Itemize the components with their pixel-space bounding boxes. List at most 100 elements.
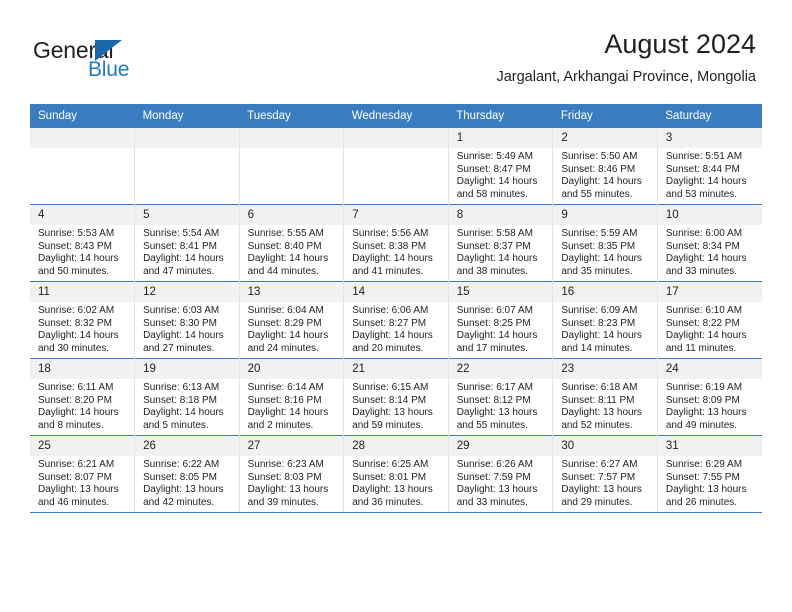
- calendar-week-row: 1 Sunrise: 5:49 AM Sunset: 8:47 PM Daylight…: [30, 128, 762, 205]
- calendar-day-cell[interactable]: 17 Sunrise: 6:10 AM Sunset: 8:22 PM Dayligh…: [657, 281, 762, 359]
- daylight-text-line1: Daylight: 13 hours: [352, 484, 433, 496]
- calendar-day-cell[interactable]: 26 Sunrise: 6:22 AM Sunset: 8:05 PM Dayligh…: [134, 435, 240, 513]
- sunset-text: Sunset: 8:23 PM: [561, 317, 636, 329]
- daylight-text-line2: and 35 minutes.: [561, 265, 633, 277]
- daylight-text-line2: and 52 minutes.: [561, 419, 633, 431]
- daylight-text-line2: and 11 minutes.: [665, 342, 737, 354]
- sunset-text: Sunset: 8:41 PM: [143, 240, 217, 252]
- sunset-text: Sunset: 8:05 PM: [143, 471, 217, 483]
- sunset-text: Sunset: 8:11 PM: [561, 394, 635, 406]
- calendar-day-cell[interactable]: 18 Sunrise: 6:11 AM Sunset: 8:20 PM Dayligh…: [30, 358, 136, 436]
- sunrise-text: Sunrise: 6:25 AM: [352, 459, 429, 470]
- day-number: 20: [239, 359, 344, 379]
- sunset-text: Sunset: 8:43 PM: [38, 240, 112, 252]
- daylight-text-line2: and 17 minutes.: [456, 342, 528, 354]
- calendar-week-row: 18 Sunrise: 6:11 AM Sunset: 8:20 PM Dayligh…: [30, 358, 762, 436]
- calendar-day-cell[interactable]: 2 Sunrise: 5:50 AM Sunset: 8:46 PM Daylight…: [552, 128, 658, 205]
- calendar-day-cell[interactable]: 3 Sunrise: 5:51 AM Sunset: 8:44 PM Daylight…: [657, 128, 762, 205]
- sunset-text: Sunset: 8:47 PM: [456, 163, 531, 175]
- daylight-text-line1: Daylight: 14 hours: [247, 253, 329, 265]
- calendar-day-cell[interactable]: 20 Sunrise: 6:14 AM Sunset: 8:16 PM Dayligh…: [239, 358, 345, 436]
- calendar-day-cell[interactable]: 16 Sunrise: 6:09 AM Sunset: 8:23 PM Dayligh…: [552, 281, 658, 359]
- calendar-day-cell[interactable]: 21 Sunrise: 6:15 AM Sunset: 8:14 PM Dayligh…: [343, 358, 449, 436]
- day-details: Sunrise: 6:29 AM Sunset: 7:55 PM Daylight:…: [658, 456, 762, 509]
- calendar-day-cell[interactable]: 13 Sunrise: 6:04 AM Sunset: 8:29 PM Dayligh…: [239, 281, 345, 359]
- day-details: Sunrise: 6:25 AM Sunset: 8:01 PM Daylight:…: [344, 456, 448, 509]
- calendar-page: General Blue August 2024 Jargalant, Arkh…: [0, 0, 792, 612]
- calendar-day-cell[interactable]: 15 Sunrise: 6:07 AM Sunset: 8:25 PM Dayligh…: [448, 281, 554, 359]
- day-number: 15: [448, 282, 553, 302]
- day-cell-inner: 30 Sunrise: 6:27 AM Sunset: 7:57 PM Dayligh…: [553, 436, 657, 512]
- daylight-text-line1: Daylight: 14 hours: [352, 253, 433, 265]
- calendar-day-cell[interactable]: 7 Sunrise: 5:56 AM Sunset: 8:38 PM Daylight…: [343, 204, 449, 282]
- calendar-day-cell[interactable]: 22 Sunrise: 6:17 AM Sunset: 8:12 PM Dayligh…: [448, 358, 554, 436]
- calendar-day-cell[interactable]: 23 Sunrise: 6:18 AM Sunset: 8:11 PM Dayligh…: [552, 358, 658, 436]
- calendar-day-cell[interactable]: 4 Sunrise: 5:53 AM Sunset: 8:43 PM Daylight…: [30, 204, 136, 282]
- sunset-text: Sunset: 8:46 PM: [561, 163, 636, 175]
- daylight-text-line1: Daylight: 13 hours: [665, 484, 747, 496]
- sunrise-text: Sunrise: 6:27 AM: [561, 459, 638, 470]
- weekday-header-thursday: Thursday: [448, 104, 553, 128]
- calendar-day-cell[interactable]: 6 Sunrise: 5:55 AM Sunset: 8:40 PM Daylight…: [239, 204, 345, 282]
- daylight-text-line2: and 59 minutes.: [352, 419, 424, 431]
- day-number: 28: [344, 436, 448, 456]
- calendar-day-cell[interactable]: 25 Sunrise: 6:21 AM Sunset: 8:07 PM Dayligh…: [30, 435, 136, 513]
- daylight-text-line2: and 27 minutes.: [143, 342, 215, 354]
- daylight-text-line1: Daylight: 14 hours: [665, 253, 747, 265]
- day-cell-inner: 1 Sunrise: 5:49 AM Sunset: 8:47 PM Daylight…: [448, 128, 553, 204]
- daylight-text-line2: and 33 minutes.: [665, 265, 738, 277]
- calendar-day-cell[interactable]: 12 Sunrise: 6:03 AM Sunset: 8:30 PM Dayligh…: [134, 281, 240, 359]
- sunrise-text: Sunrise: 5:56 AM: [352, 228, 429, 239]
- daylight-text-line1: Daylight: 13 hours: [456, 407, 538, 419]
- daylight-text-line2: and 53 minutes.: [665, 188, 738, 200]
- calendar-day-cell[interactable]: 27 Sunrise: 6:23 AM Sunset: 8:03 PM Dayligh…: [239, 435, 345, 513]
- daylight-text-line2: and 58 minutes.: [456, 188, 528, 200]
- daylight-text-line2: and 49 minutes.: [665, 419, 738, 431]
- calendar-day-cell[interactable]: 30 Sunrise: 6:27 AM Sunset: 7:57 PM Dayligh…: [552, 435, 658, 513]
- calendar-week-row: 25 Sunrise: 6:21 AM Sunset: 8:07 PM Dayligh…: [30, 435, 762, 513]
- day-cell-inner: 16 Sunrise: 6:09 AM Sunset: 8:23 PM Dayligh…: [553, 282, 657, 358]
- day-number: 2: [553, 128, 657, 148]
- daylight-text-line2: and 14 minutes.: [561, 342, 633, 354]
- sunrise-text: Sunrise: 5:59 AM: [561, 228, 638, 239]
- calendar-day-cell[interactable]: 19 Sunrise: 6:13 AM Sunset: 8:18 PM Dayligh…: [134, 358, 240, 436]
- day-number: 14: [344, 282, 448, 302]
- sunset-text: Sunset: 8:16 PM: [247, 394, 322, 406]
- sunset-text: Sunset: 8:12 PM: [456, 394, 531, 406]
- daylight-text-line1: Daylight: 14 hours: [143, 407, 224, 419]
- sunrise-text: Sunrise: 6:21 AM: [38, 459, 115, 470]
- calendar-day-cell[interactable]: 8 Sunrise: 5:58 AM Sunset: 8:37 PM Daylight…: [448, 204, 554, 282]
- sunrise-text: Sunrise: 6:19 AM: [665, 382, 743, 393]
- calendar-day-cell[interactable]: 10 Sunrise: 6:00 AM Sunset: 8:34 PM Dayligh…: [657, 204, 762, 282]
- daylight-text-line2: and 8 minutes.: [38, 419, 104, 431]
- calendar-day-cell[interactable]: 5 Sunrise: 5:54 AM Sunset: 8:41 PM Daylight…: [134, 204, 240, 282]
- calendar-day-cell[interactable]: 9 Sunrise: 5:59 AM Sunset: 8:35 PM Daylight…: [552, 204, 658, 282]
- calendar-day-cell[interactable]: 14 Sunrise: 6:06 AM Sunset: 8:27 PM Dayligh…: [343, 281, 449, 359]
- day-number: 16: [553, 282, 657, 302]
- sunset-text: Sunset: 8:29 PM: [247, 317, 322, 329]
- sunset-text: Sunset: 7:57 PM: [561, 471, 636, 483]
- calendar-day-cell[interactable]: 1 Sunrise: 5:49 AM Sunset: 8:47 PM Daylight…: [448, 128, 554, 205]
- day-number: 5: [135, 205, 239, 225]
- calendar-header-row: Sunday Monday Tuesday Wednesday Thursday Frid…: [30, 104, 762, 128]
- day-number: 11: [30, 282, 135, 302]
- daylight-text-line2: and 55 minutes.: [456, 419, 528, 431]
- daylight-text-line1: Daylight: 14 hours: [665, 176, 747, 188]
- day-number: 4: [30, 205, 135, 225]
- calendar-day-cell[interactable]: 28 Sunrise: 6:25 AM Sunset: 8:01 PM Dayligh…: [343, 435, 449, 513]
- daylight-text-line1: Daylight: 14 hours: [561, 176, 642, 188]
- calendar-day-cell[interactable]: 31 Sunrise: 6:29 AM Sunset: 7:55 PM Dayligh…: [657, 435, 762, 513]
- day-details: Sunrise: 6:09 AM Sunset: 8:23 PM Daylight:…: [553, 302, 657, 355]
- calendar-day-cell[interactable]: 29 Sunrise: 6:26 AM Sunset: 7:59 PM Dayligh…: [448, 435, 554, 513]
- calendar-day-cell-empty: [239, 128, 345, 205]
- daylight-text-line1: Daylight: 13 hours: [352, 407, 433, 419]
- sunrise-text: Sunrise: 5:51 AM: [665, 151, 743, 162]
- calendar-day-cell[interactable]: 24 Sunrise: 6:19 AM Sunset: 8:09 PM Dayligh…: [657, 358, 762, 436]
- day-details: Sunrise: 5:49 AM Sunset: 8:47 PM Daylight:…: [449, 148, 553, 201]
- daylight-text-line2: and 42 minutes.: [143, 496, 215, 508]
- day-details: Sunrise: 5:59 AM Sunset: 8:35 PM Daylight:…: [553, 225, 657, 278]
- daylight-text-line1: Daylight: 14 hours: [38, 407, 119, 419]
- calendar-day-cell[interactable]: 11 Sunrise: 6:02 AM Sunset: 8:32 PM Dayligh…: [30, 281, 136, 359]
- daylight-text-line2: and 20 minutes.: [352, 342, 424, 354]
- daylight-text-line2: and 39 minutes.: [247, 496, 319, 508]
